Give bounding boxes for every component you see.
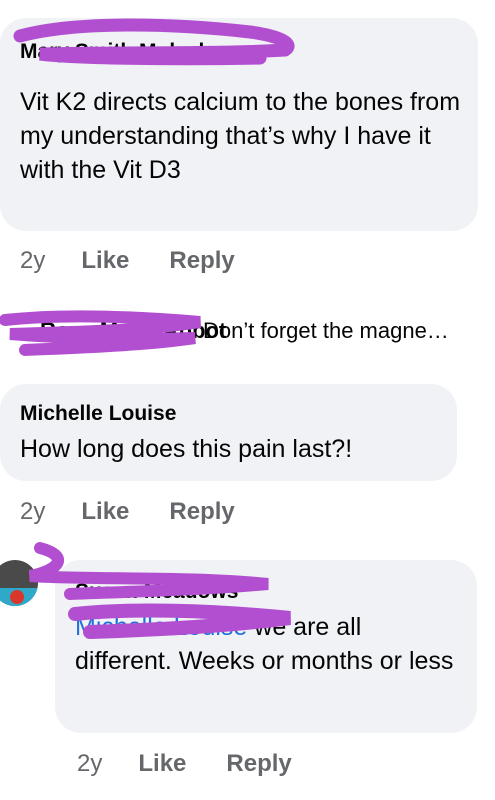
comment-author-1[interactable]: Mary Smith Mulcahy bbox=[20, 40, 223, 64]
comment-actions-3: 2y Like Reply bbox=[77, 750, 332, 778]
avatar[interactable] bbox=[0, 560, 38, 606]
comment-author-3[interactable]: Susan Meadows bbox=[75, 580, 238, 604]
reply-button-1[interactable]: Reply bbox=[169, 247, 234, 275]
like-button-1[interactable]: Like bbox=[81, 247, 129, 275]
reply-button-3[interactable]: Reply bbox=[226, 750, 291, 778]
comment-text-3: Michelle Louise we are all different. We… bbox=[75, 610, 465, 678]
comment-bubble-1: Mary Smith Mulcahy Vit K2 directs calciu… bbox=[0, 18, 478, 231]
comment-time-2[interactable]: 2y bbox=[20, 498, 45, 526]
like-button-3[interactable]: Like bbox=[138, 750, 186, 778]
comment-author-2[interactable]: Michelle Louise bbox=[20, 402, 176, 426]
like-button-2[interactable]: Like bbox=[81, 498, 129, 526]
comment-text-2: How long does this pain last?! bbox=[20, 435, 353, 463]
comment-text-1: Vit K2 directs calcium to the bones from… bbox=[20, 88, 461, 184]
comment-bubble-3: Susan Meadows Michelle Louise we are all… bbox=[55, 560, 477, 733]
collapsed-reply-row[interactable]: Rose Marie Abbot Don’t forget the magne… bbox=[0, 308, 495, 354]
comment-time-3[interactable]: 2y bbox=[77, 750, 102, 778]
comment-actions-2: 2y Like Reply bbox=[20, 498, 275, 526]
comment-bubble-2: Michelle Louise How long does this pain … bbox=[0, 384, 457, 481]
reply-button-2[interactable]: Reply bbox=[169, 498, 234, 526]
collapsed-reply-author: Rose Marie Abbot bbox=[40, 318, 227, 343]
comment-time-1[interactable]: 2y bbox=[20, 247, 45, 275]
collapsed-reply-text: Don’t forget the magne… bbox=[203, 318, 449, 343]
mention-link[interactable]: Michelle Louise bbox=[75, 613, 247, 641]
comment-actions-1: 2y Like Reply bbox=[20, 247, 275, 275]
